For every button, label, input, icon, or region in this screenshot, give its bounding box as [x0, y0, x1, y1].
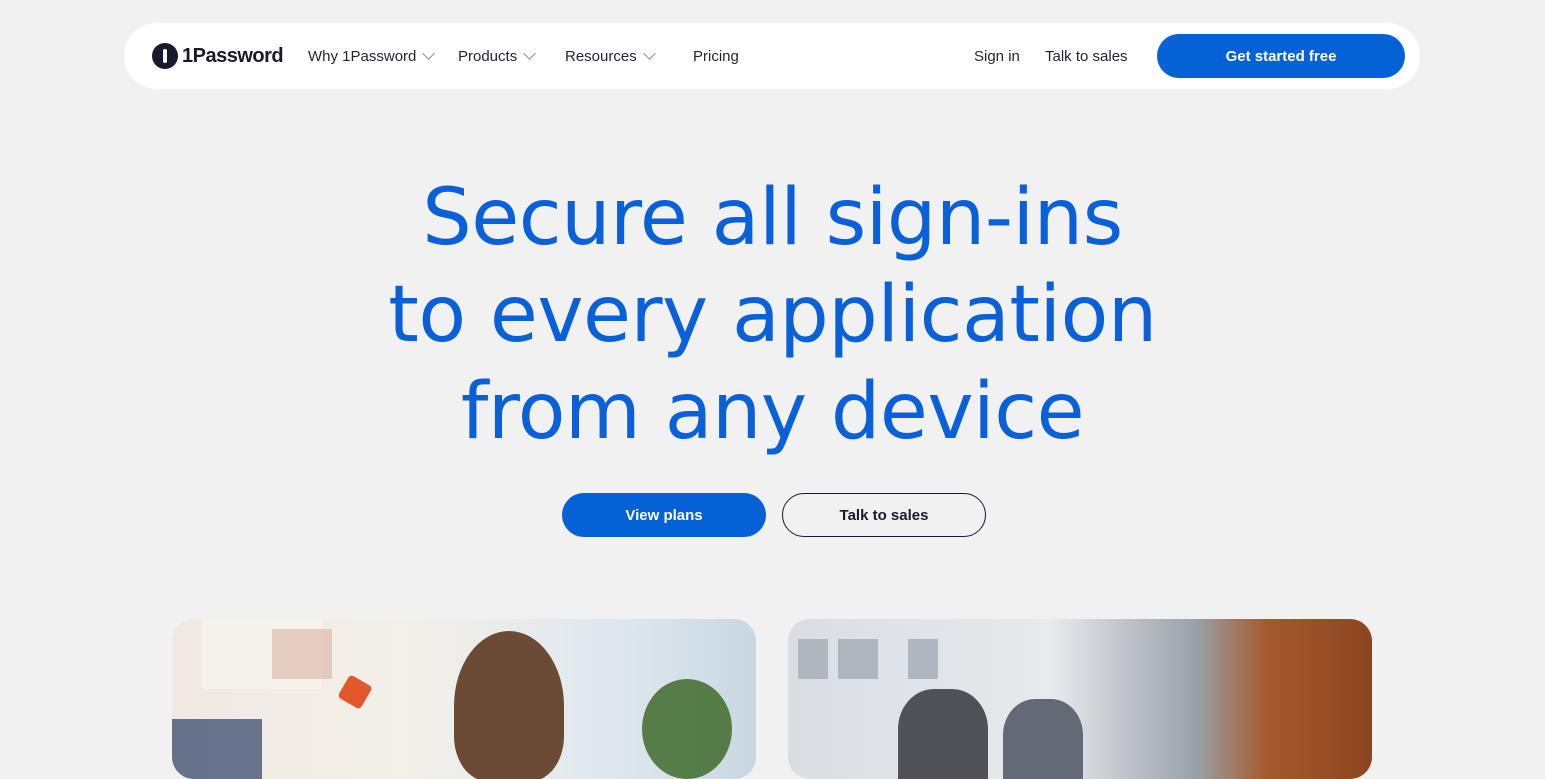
hero-photo-office-walk	[788, 619, 1372, 779]
hero-line: Secure all sign-ins	[422, 173, 1123, 263]
chevron-down-icon	[642, 47, 656, 60]
nav-item-why[interactable]: Why 1Password	[308, 23, 436, 89]
nav-item-label: Pricing	[693, 47, 739, 65]
get-started-free-button[interactable]: Get started free	[1157, 34, 1405, 78]
chevron-down-icon	[422, 47, 436, 60]
view-plans-button[interactable]: View plans	[562, 493, 766, 537]
hero-photo-home-office	[172, 619, 756, 779]
nav-item-resources[interactable]: Resources	[565, 23, 656, 89]
nav-item-label: Products	[458, 47, 518, 65]
brand-name: 1Password	[182, 44, 284, 67]
nav-item-label: Why 1Password	[308, 47, 417, 65]
top-navigation: 1Password Why 1Password Products Resourc…	[124, 23, 1420, 89]
nav-item-products[interactable]: Products	[458, 23, 537, 89]
hero-line: to every application	[388, 270, 1157, 360]
hero-headline: Secure all sign-ins to every application…	[0, 170, 1545, 461]
sign-in-link[interactable]: Sign in	[974, 23, 1020, 89]
nav-item-pricing[interactable]: Pricing	[693, 23, 739, 89]
talk-to-sales-link[interactable]: Talk to sales	[1045, 23, 1128, 89]
nav-item-label: Resources	[565, 47, 637, 65]
chevron-down-icon	[523, 47, 537, 60]
brand-logo[interactable]: 1Password	[152, 43, 284, 69]
logo-keyhole-icon	[152, 43, 178, 69]
hero-line: from any device	[460, 367, 1085, 457]
talk-to-sales-button[interactable]: Talk to sales	[782, 493, 986, 537]
